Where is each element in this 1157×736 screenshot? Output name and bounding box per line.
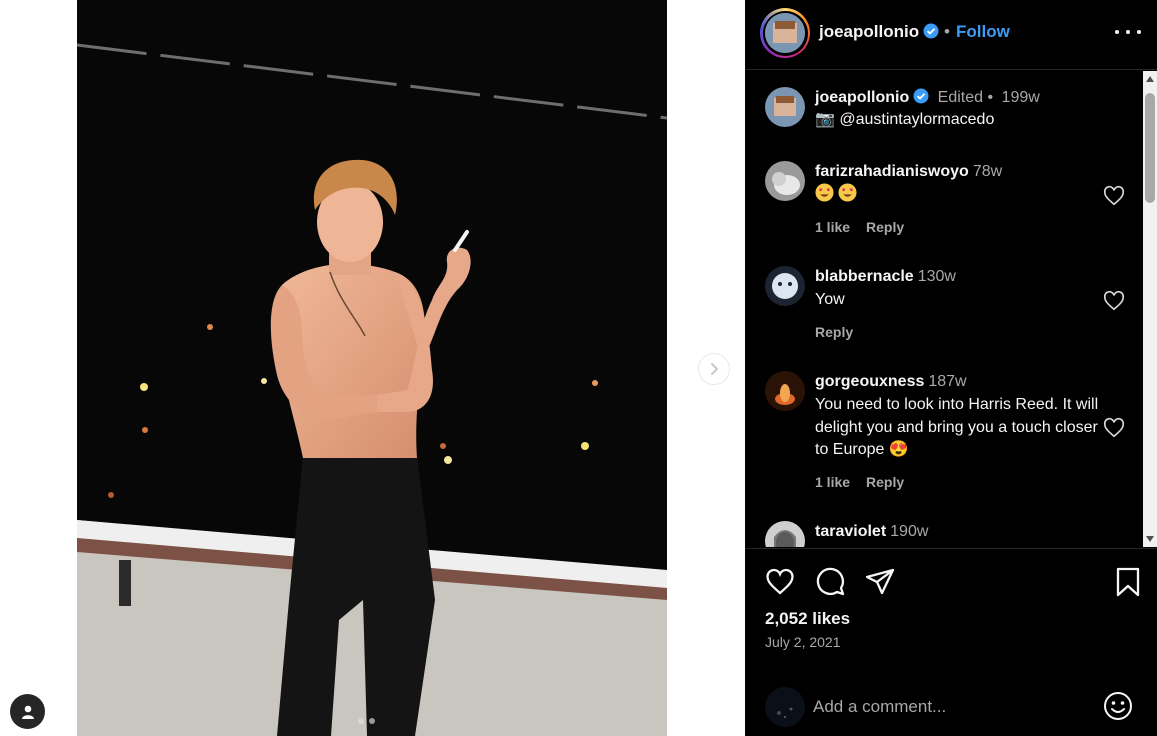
comment-time: 130w bbox=[917, 268, 956, 285]
caption-username[interactable]: joeapollonio Edited • 199w bbox=[815, 88, 1040, 107]
carousel-indicator bbox=[358, 718, 375, 724]
avatar[interactable] bbox=[765, 87, 805, 127]
comment-input[interactable] bbox=[813, 690, 1083, 724]
comment-username[interactable]: gorgeouxness 187w bbox=[815, 373, 967, 391]
heart-eyes-emoji-icon bbox=[815, 183, 834, 202]
post-date: July 2, 2021 bbox=[765, 634, 841, 650]
avatar[interactable] bbox=[765, 371, 805, 411]
comment-time: 190w bbox=[890, 523, 929, 540]
comment-text: You need to look into Harris Reed. It wi… bbox=[815, 396, 1099, 458]
comment-time: 187w bbox=[928, 373, 967, 390]
verified-badge-icon bbox=[913, 88, 929, 104]
heart-icon[interactable] bbox=[1103, 290, 1125, 312]
header-separator: • bbox=[944, 22, 950, 41]
header-username[interactable]: joeapollonio bbox=[819, 22, 939, 42]
scroll-up-arrow-icon[interactable] bbox=[1146, 76, 1154, 82]
caption-time: 199w bbox=[1001, 89, 1040, 106]
username-text[interactable]: blabbernacle bbox=[815, 268, 914, 285]
heart-eyes-emoji-icon bbox=[838, 183, 857, 202]
comment-meta: 1 like Reply bbox=[815, 219, 904, 235]
story-ring[interactable] bbox=[760, 8, 810, 58]
comment-meta: Reply bbox=[815, 324, 853, 340]
carousel-dot bbox=[369, 718, 375, 724]
username-text[interactable]: joeapollonio bbox=[815, 89, 909, 106]
post-sidebar: joeapollonio • Follow joeapollonio Edite… bbox=[745, 0, 1157, 736]
user-icon bbox=[21, 705, 34, 719]
comment-likes[interactable]: 1 like bbox=[815, 474, 850, 490]
heart-icon[interactable] bbox=[1103, 417, 1125, 439]
post-photo[interactable] bbox=[77, 0, 667, 736]
comment-icon[interactable] bbox=[814, 566, 846, 598]
comment-meta: 1 like Reply bbox=[815, 474, 904, 490]
carousel-dot bbox=[358, 718, 364, 724]
post-header: joeapollonio • Follow bbox=[745, 0, 1157, 70]
scroll-down-arrow-icon[interactable] bbox=[1146, 536, 1154, 542]
profile-button[interactable] bbox=[10, 694, 45, 729]
username-text[interactable]: farizrahadianiswoyo bbox=[815, 163, 969, 180]
avatar bbox=[765, 687, 805, 727]
comments-list[interactable]: joeapollonio Edited • 199w 📷 @austintayl… bbox=[745, 71, 1143, 547]
comments-scrollbar[interactable] bbox=[1143, 71, 1157, 547]
comment-username[interactable]: blabbernacle 130w bbox=[815, 268, 956, 286]
follow-button[interactable]: Follow bbox=[956, 22, 1010, 42]
emoji-icon[interactable] bbox=[1102, 690, 1134, 722]
next-image-button[interactable] bbox=[698, 353, 730, 385]
caption-text: 📷 @austintaylormacedo bbox=[815, 111, 995, 128]
bookmark-icon[interactable] bbox=[1112, 566, 1144, 598]
avatar[interactable] bbox=[765, 266, 805, 306]
chevron-right-icon bbox=[711, 363, 719, 375]
edited-label: Edited • bbox=[937, 89, 994, 106]
comment-composer bbox=[745, 678, 1157, 736]
reply-button[interactable]: Reply bbox=[866, 474, 904, 490]
verified-badge-icon bbox=[923, 23, 939, 39]
comment-time: 78w bbox=[972, 163, 1003, 180]
media-area bbox=[0, 0, 745, 736]
likes-count[interactable]: 2,052 likes bbox=[765, 609, 850, 629]
share-icon[interactable] bbox=[864, 566, 896, 598]
avatar[interactable] bbox=[765, 161, 805, 201]
comment-username[interactable]: taraviolet 190w bbox=[815, 523, 928, 541]
avatar[interactable] bbox=[765, 521, 805, 547]
scrollbar-thumb[interactable] bbox=[1145, 93, 1155, 203]
username-text[interactable]: gorgeouxness bbox=[815, 373, 924, 390]
photo-illustration bbox=[77, 0, 667, 736]
comment-likes[interactable]: 1 like bbox=[815, 219, 850, 235]
comment-text: Yow bbox=[815, 291, 845, 308]
avatar bbox=[765, 13, 805, 53]
post-actions: 2,052 likes July 2, 2021 bbox=[745, 548, 1157, 688]
username-text[interactable]: joeapollonio bbox=[819, 22, 919, 41]
more-options-icon[interactable] bbox=[1115, 22, 1141, 42]
comment-text bbox=[815, 183, 1105, 207]
reply-button[interactable]: Reply bbox=[815, 324, 853, 340]
heart-icon[interactable] bbox=[764, 566, 796, 598]
heart-icon[interactable] bbox=[1103, 185, 1125, 207]
comment-username[interactable]: farizrahadianiswoyo 78w bbox=[815, 163, 1002, 181]
reply-button[interactable]: Reply bbox=[866, 219, 904, 235]
username-text[interactable]: taraviolet bbox=[815, 523, 886, 540]
